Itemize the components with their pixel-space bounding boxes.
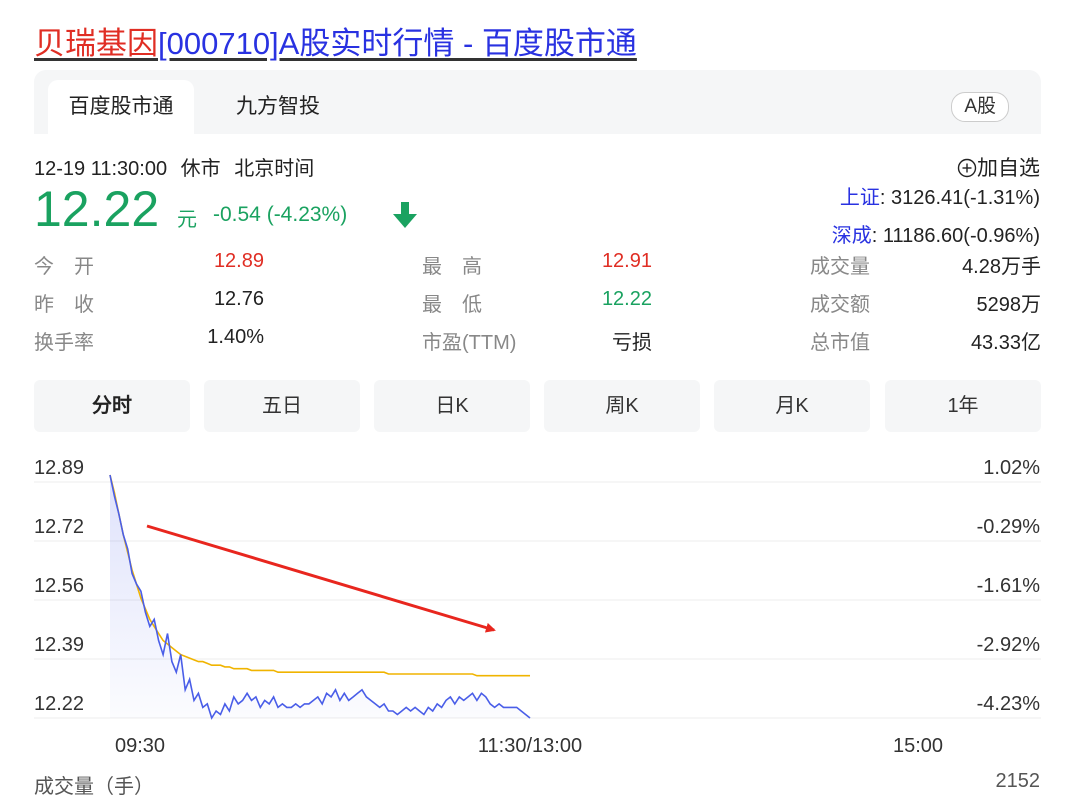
index-value: : 11186.60(-0.96%) [871,225,1040,247]
stat-value: 4.28万手 [962,256,1041,278]
plus-circle-icon [957,158,977,178]
stat-value: 12.76 [213,288,264,310]
y-tick-label-left: 12.72 [34,516,84,538]
market-badge[interactable]: A股 [951,92,1009,122]
stat-value: 5298万 [976,294,1042,316]
index-shanghai[interactable]: 上证: 3126.41(-1.31%) [840,181,1040,210]
down-arrow-icon [393,202,417,228]
price-unit: 元 [177,209,197,231]
x-axis-labels: 09:30 11:30/13:00 15:00 [115,735,943,757]
y-tick-label-left: 12.89 [34,457,84,479]
stat-value: 亏损 [612,332,652,354]
y-tick-label-right: -0.29% [977,516,1041,538]
index-shenzhen[interactable]: 深成: 11186.60(-0.96%) [832,219,1040,248]
tab-intraday[interactable]: 分时 [34,380,190,432]
tab-baidu[interactable]: 百度股市通 [48,80,194,134]
tab-5day[interactable]: 五日 [204,380,360,432]
y-tick-label-left: 12.39 [34,634,84,656]
stat-label: 昨 收 [34,294,94,316]
y-tick-label-left: 12.56 [34,575,84,597]
add-favorite-button[interactable]: 加自选 [957,152,1040,182]
stock-name-link[interactable]: 贝瑞基因 [34,26,158,61]
stat-label: 换手率 [34,332,94,354]
current-price: 12.22 [34,181,160,237]
y-tick-label-left: 12.22 [34,693,84,715]
volume-max: 2152 [995,770,1041,792]
y-tick-label-right: 1.02% [983,457,1040,479]
market-status: 休市 [180,158,221,180]
stat-label: 最 低 [422,294,482,316]
stat-label: 最 高 [422,256,482,278]
y-tick-label-right: -4.23% [977,693,1041,715]
title-link[interactable]: [000710]A股实时行情 - 百度股市通 [158,26,637,61]
stat-value: 12.22 [601,288,652,310]
index-name[interactable]: 上证 [840,187,880,209]
tab-daily-k[interactable]: 日K [374,380,530,432]
y-tick-label-right: -1.61% [977,575,1041,597]
stats-table: 今 开 12.89 最 高 12.91 成交量 4.28万手 昨 收 12.76… [34,250,1041,364]
tab-weekly-k[interactable]: 周K [544,380,700,432]
index-value: : 3126.41(-1.31%) [879,187,1040,209]
stat-value: 12.91 [601,250,652,272]
stat-label: 总市值 [810,332,870,354]
price-change: -0.54 (-4.23%) [213,203,348,226]
price-area [110,475,530,718]
stat-label: 成交量 [810,256,870,278]
average-price-line [109,474,530,677]
y-tick-label-right: -2.92% [977,634,1041,656]
stat-value: 1.40% [207,326,264,348]
volume-label: 成交量（手） [34,776,154,798]
add-favorite-label: 加自选 [977,157,1040,180]
quote-datetime: 12-19 11:30:00 [34,158,168,180]
y-axis-labels: 12.89 1.02% 12.72 -0.29% 12.56 -1.61% 12.39 -2.… [34,457,1040,715]
stat-row: 换手率 1.40% 市盈(TTM) 亏损 总市值 43.33亿 [34,326,1041,364]
tab-1year[interactable]: 1年 [885,380,1041,432]
x-tick-label: 11:30/13:00 [478,735,582,757]
stat-label: 成交额 [810,294,870,316]
tab-jiufang[interactable]: 九方智投 [236,80,320,134]
stat-value: 12.89 [213,250,264,272]
index-name[interactable]: 深成 [832,225,872,247]
timezone-label: 北京时间 [234,158,315,180]
tab-monthly-k[interactable]: 月K [714,380,870,432]
stat-value: 43.33亿 [970,332,1041,354]
x-tick-label: 15:00 [893,735,943,757]
stat-label: 市盈(TTM) [422,332,517,354]
page-title[interactable]: 贝瑞基因[000710]A股实时行情 - 百度股市通 [34,18,637,63]
stat-row: 昨 收 12.76 最 低 12.22 成交额 5298万 [34,288,1041,326]
stat-label: 今 开 [34,256,94,278]
chart-period-tabs: 分时 五日 日K 周K 月K 1年 [34,380,1041,432]
quote-time-row: 12-19 11:30:00 休市 北京时间 [34,152,322,181]
intraday-chart[interactable]: 12.89 1.02% 12.72 -0.29% 12.56 -1.61% 12.39 -2.… [0,440,1080,784]
trend-arrow [146,524,496,633]
source-tabbar: 百度股市通 九方智投 A股 [34,70,1041,134]
stat-row: 今 开 12.89 最 高 12.91 成交量 4.28万手 [34,250,1041,288]
x-tick-label: 09:30 [115,735,165,757]
